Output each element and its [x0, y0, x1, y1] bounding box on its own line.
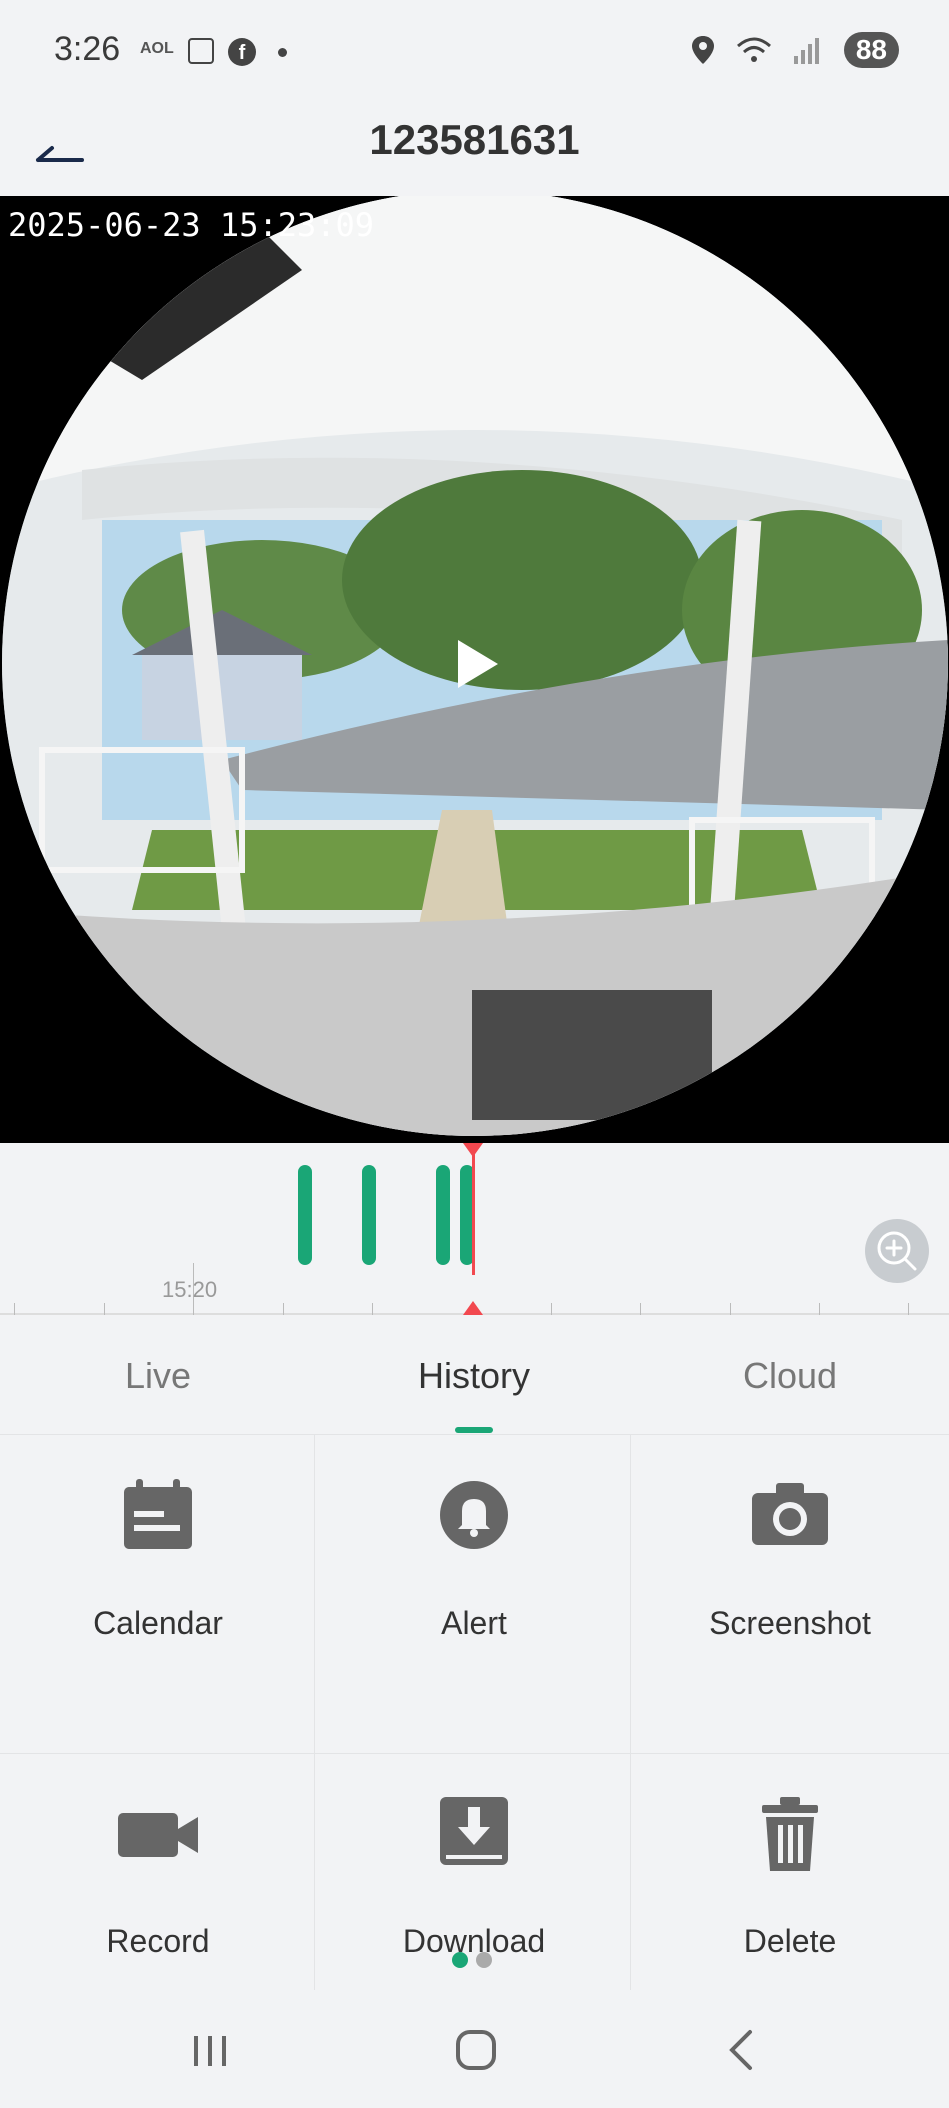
playhead-cursor[interactable]	[472, 1143, 475, 1275]
calendar-icon	[124, 1479, 192, 1549]
screenshot-button[interactable]: Screenshot	[632, 1435, 948, 1753]
screenshot-label: Screenshot	[709, 1605, 871, 1641]
facebook-icon: f	[228, 38, 256, 66]
timeline-time-label: 15:20	[162, 1277, 218, 1302]
playhead-bottom-marker	[463, 1301, 483, 1315]
page-title: 123581631	[369, 116, 580, 163]
tab-cloud[interactable]: Cloud	[632, 1355, 948, 1397]
timeline-tick	[372, 1303, 373, 1315]
timeline-tick	[14, 1303, 15, 1315]
active-tab-indicator	[455, 1427, 493, 1433]
notification-dot-icon	[278, 48, 287, 57]
recording-segment[interactable]	[436, 1165, 450, 1265]
tab-history[interactable]: History	[316, 1355, 632, 1397]
download-icon	[440, 1797, 508, 1865]
calendar-label: Calendar	[93, 1605, 223, 1641]
trash-icon	[762, 1797, 818, 1871]
app-bar: 123581631	[0, 100, 949, 196]
timeline-tick	[551, 1303, 552, 1315]
tab-live[interactable]: Live	[0, 1355, 316, 1397]
timeline-tick	[104, 1303, 105, 1315]
page-dot-active	[452, 1952, 468, 1968]
camera-icon	[752, 1483, 828, 1545]
bell-icon	[440, 1481, 508, 1549]
battery-indicator: 88	[843, 32, 899, 68]
timeline[interactable]: 15:20	[0, 1143, 949, 1315]
status-time: 3:26	[54, 30, 121, 68]
mode-tabs: Live History Cloud	[0, 1315, 949, 1435]
back-nav-icon[interactable]	[712, 2020, 772, 2080]
video-camera-icon	[118, 1813, 198, 1857]
alert-label: Alert	[441, 1605, 507, 1641]
app-notification-icon	[188, 38, 214, 64]
wifi-icon	[736, 37, 771, 62]
playhead-top-marker	[463, 1143, 483, 1157]
calendar-button[interactable]: Calendar	[0, 1435, 316, 1753]
page-indicator	[452, 1952, 492, 1968]
timeline-tick	[283, 1303, 284, 1315]
timeline-tick	[730, 1303, 731, 1315]
home-icon[interactable]	[446, 2020, 506, 2080]
action-grid: Calendar Alert Screenshot Record Downloa…	[0, 1435, 949, 1990]
system-nav-bar	[0, 1990, 949, 2108]
aol-icon: AOL	[140, 40, 174, 57]
timeline-tick	[819, 1303, 820, 1315]
timeline-tick	[640, 1303, 641, 1315]
recent-apps-icon[interactable]	[180, 2020, 240, 2080]
delete-label: Delete	[743, 1923, 837, 1959]
recording-segment[interactable]	[298, 1165, 312, 1265]
recording-segment[interactable]	[362, 1165, 376, 1265]
zoom-in-button[interactable]	[865, 1219, 929, 1283]
zoom-in-icon	[877, 1231, 917, 1271]
record-label: Record	[106, 1923, 210, 1959]
status-bar: 3:26 AOL f 88	[0, 0, 949, 100]
timeline-tick	[908, 1303, 909, 1315]
play-icon[interactable]	[458, 640, 498, 688]
video-timestamp: 2025-06-23 15:23:09	[8, 206, 375, 244]
location-icon	[691, 36, 714, 64]
video-player[interactable]: 2025-06-23 15:23:09	[0, 196, 949, 1143]
signal-icon	[793, 38, 819, 64]
alert-button[interactable]: Alert	[316, 1435, 632, 1753]
page-dot[interactable]	[476, 1952, 492, 1968]
